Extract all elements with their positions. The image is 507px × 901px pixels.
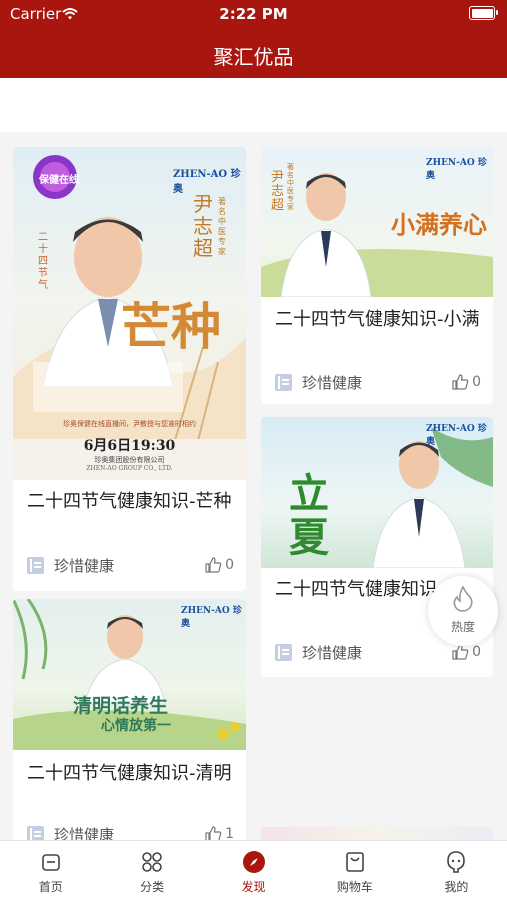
like-count: 0 bbox=[472, 644, 481, 660]
poster-banner: 立夏 bbox=[289, 470, 329, 561]
thumbs-up-icon bbox=[452, 374, 469, 390]
article-thumbnail[interactable]: ZHEN-AO 珍奥 立夏 bbox=[261, 417, 493, 568]
poster-brand-en: ZHEN-AO bbox=[181, 606, 230, 616]
poster-banner: 清明话养生 bbox=[73, 695, 169, 717]
poster-datetime: 6月6日19:30 bbox=[83, 438, 176, 454]
article-card[interactable]: 保健在线 ZHEN-AO 珍奥 尹志超 著名中医专家 二十四节气 芒种 珍奥保健… bbox=[13, 147, 246, 591]
poster-brand-en: ZHEN-AO bbox=[426, 158, 475, 168]
tab-bar: 首页 分类 发现 购物车 我的 bbox=[0, 840, 507, 901]
tab-label: 购物车 bbox=[336, 880, 373, 894]
thumbs-up-icon bbox=[205, 826, 222, 840]
tab-discover[interactable]: 发现 bbox=[203, 841, 304, 901]
article-thumbnail[interactable]: 保健在线 ZHEN-AO 珍奥 尹志超 著名中医专家 二十四节气 芒种 珍奥保健… bbox=[13, 147, 246, 480]
article-title[interactable]: 二十四节气健康知识-清明 bbox=[27, 761, 236, 786]
poster-banner: 小满养心 bbox=[391, 210, 487, 239]
heat-label: 热度 bbox=[450, 620, 475, 634]
category-icon bbox=[142, 852, 162, 872]
article-author[interactable]: 珍惜健康 bbox=[27, 554, 114, 576]
profile-icon bbox=[447, 851, 466, 873]
top-spacer bbox=[0, 78, 507, 132]
like-count: 0 bbox=[472, 374, 481, 390]
tab-label: 分类 bbox=[140, 880, 165, 894]
thumbs-up-icon bbox=[452, 644, 469, 660]
article-card[interactable] bbox=[261, 827, 493, 840]
poster-slogan: 珍奥保健在线直播间，尹教授与您准时相约 bbox=[63, 420, 196, 428]
book-icon bbox=[275, 643, 292, 661]
book-icon bbox=[275, 373, 292, 391]
author-name: 珍惜健康 bbox=[302, 373, 363, 392]
poster-subtitle: 心情放第一 bbox=[101, 718, 171, 734]
article-card[interactable]: ZHEN-AO 珍奥 尹志超 著名中医专家 小满养心 二十四节气健康知识-小满 … bbox=[261, 147, 493, 404]
article-title[interactable]: 二十四节气健康知识-芒种 bbox=[27, 489, 236, 514]
poster-badge: 保健在线 bbox=[39, 175, 79, 186]
book-icon bbox=[27, 556, 44, 574]
poster-doctor-title: 著名中医专家 bbox=[218, 197, 226, 256]
battery-icon bbox=[469, 6, 498, 20]
article-thumbnail[interactable]: ZHEN-AO 珍奥 尹志超 著名中医专家 小满养心 bbox=[261, 147, 493, 297]
home-icon bbox=[41, 854, 60, 871]
discover-feed[interactable]: 保健在线 ZHEN-AO 珍奥 尹志超 著名中医专家 二十四节气 芒种 珍奥保健… bbox=[0, 132, 507, 840]
like-button[interactable]: 0 bbox=[205, 554, 234, 576]
author-name: 珍惜健康 bbox=[54, 825, 115, 841]
cart-icon bbox=[346, 852, 364, 872]
tab-cart[interactable]: 购物车 bbox=[304, 841, 405, 901]
article-author[interactable]: 珍惜健康 bbox=[275, 371, 362, 393]
poster-banner: 芒种 bbox=[121, 297, 221, 356]
article-card[interactable]: ZHEN-AO 珍奥 清明话养生 心情放第一 二十四节气健康知识-清明 珍惜健康… bbox=[13, 599, 246, 840]
poster-doctor-title: 著名中医专家 bbox=[287, 163, 294, 211]
poster-company: 珍奥集团股份有限公司 bbox=[94, 456, 165, 464]
poster-season-tag: 二十四节气 bbox=[38, 232, 48, 291]
book-icon bbox=[27, 825, 44, 840]
article-author[interactable]: 珍惜健康 bbox=[27, 823, 114, 840]
clock: 2:22 PM bbox=[219, 5, 288, 23]
article-author[interactable]: 珍惜健康 bbox=[275, 641, 362, 663]
poster-company-en: ZHEN-AO GROUP CO., LTD. bbox=[86, 465, 173, 472]
like-button[interactable]: 0 bbox=[452, 371, 481, 393]
like-count: 0 bbox=[225, 557, 234, 573]
article-thumbnail[interactable] bbox=[261, 827, 493, 840]
flame-icon bbox=[453, 586, 473, 612]
poster-brand-en: ZHEN-AO bbox=[426, 424, 475, 434]
poster-doctor-name: 尹志超 bbox=[193, 192, 213, 260]
heat-sort-button[interactable]: 热度 bbox=[428, 576, 498, 646]
nav-bar: 聚汇优品 bbox=[0, 28, 507, 78]
tab-profile[interactable]: 我的 bbox=[406, 841, 507, 901]
thumbs-up-icon bbox=[205, 557, 222, 573]
like-count: 1 bbox=[225, 826, 234, 840]
poster-doctor-name: 尹志超 bbox=[271, 170, 285, 213]
poster-brand: ZHEN-AO 珍奥 bbox=[181, 603, 246, 629]
tab-label: 发现 bbox=[241, 880, 266, 894]
tab-label: 我的 bbox=[444, 880, 469, 894]
tab-category[interactable]: 分类 bbox=[101, 841, 202, 901]
author-name: 珍惜健康 bbox=[54, 556, 115, 575]
like-button[interactable]: 1 bbox=[205, 823, 234, 840]
status-bar: Carrier 2:22 PM bbox=[0, 0, 507, 28]
tab-home[interactable]: 首页 bbox=[0, 841, 101, 901]
article-thumbnail[interactable]: ZHEN-AO 珍奥 清明话养生 心情放第一 bbox=[13, 599, 246, 750]
page-title: 聚汇优品 bbox=[213, 45, 294, 69]
poster-brand: ZHEN-AO 珍奥 bbox=[426, 421, 493, 447]
poster-brand: ZHEN-AO 珍奥 bbox=[173, 165, 246, 195]
compass-icon bbox=[242, 851, 265, 873]
poster-brand: ZHEN-AO 珍奥 bbox=[426, 155, 493, 181]
tab-label: 首页 bbox=[38, 880, 63, 894]
article-title[interactable]: 二十四节气健康知识-小满 bbox=[275, 307, 483, 332]
author-name: 珍惜健康 bbox=[302, 643, 363, 662]
poster-brand-en: ZHEN-AO bbox=[173, 169, 228, 180]
